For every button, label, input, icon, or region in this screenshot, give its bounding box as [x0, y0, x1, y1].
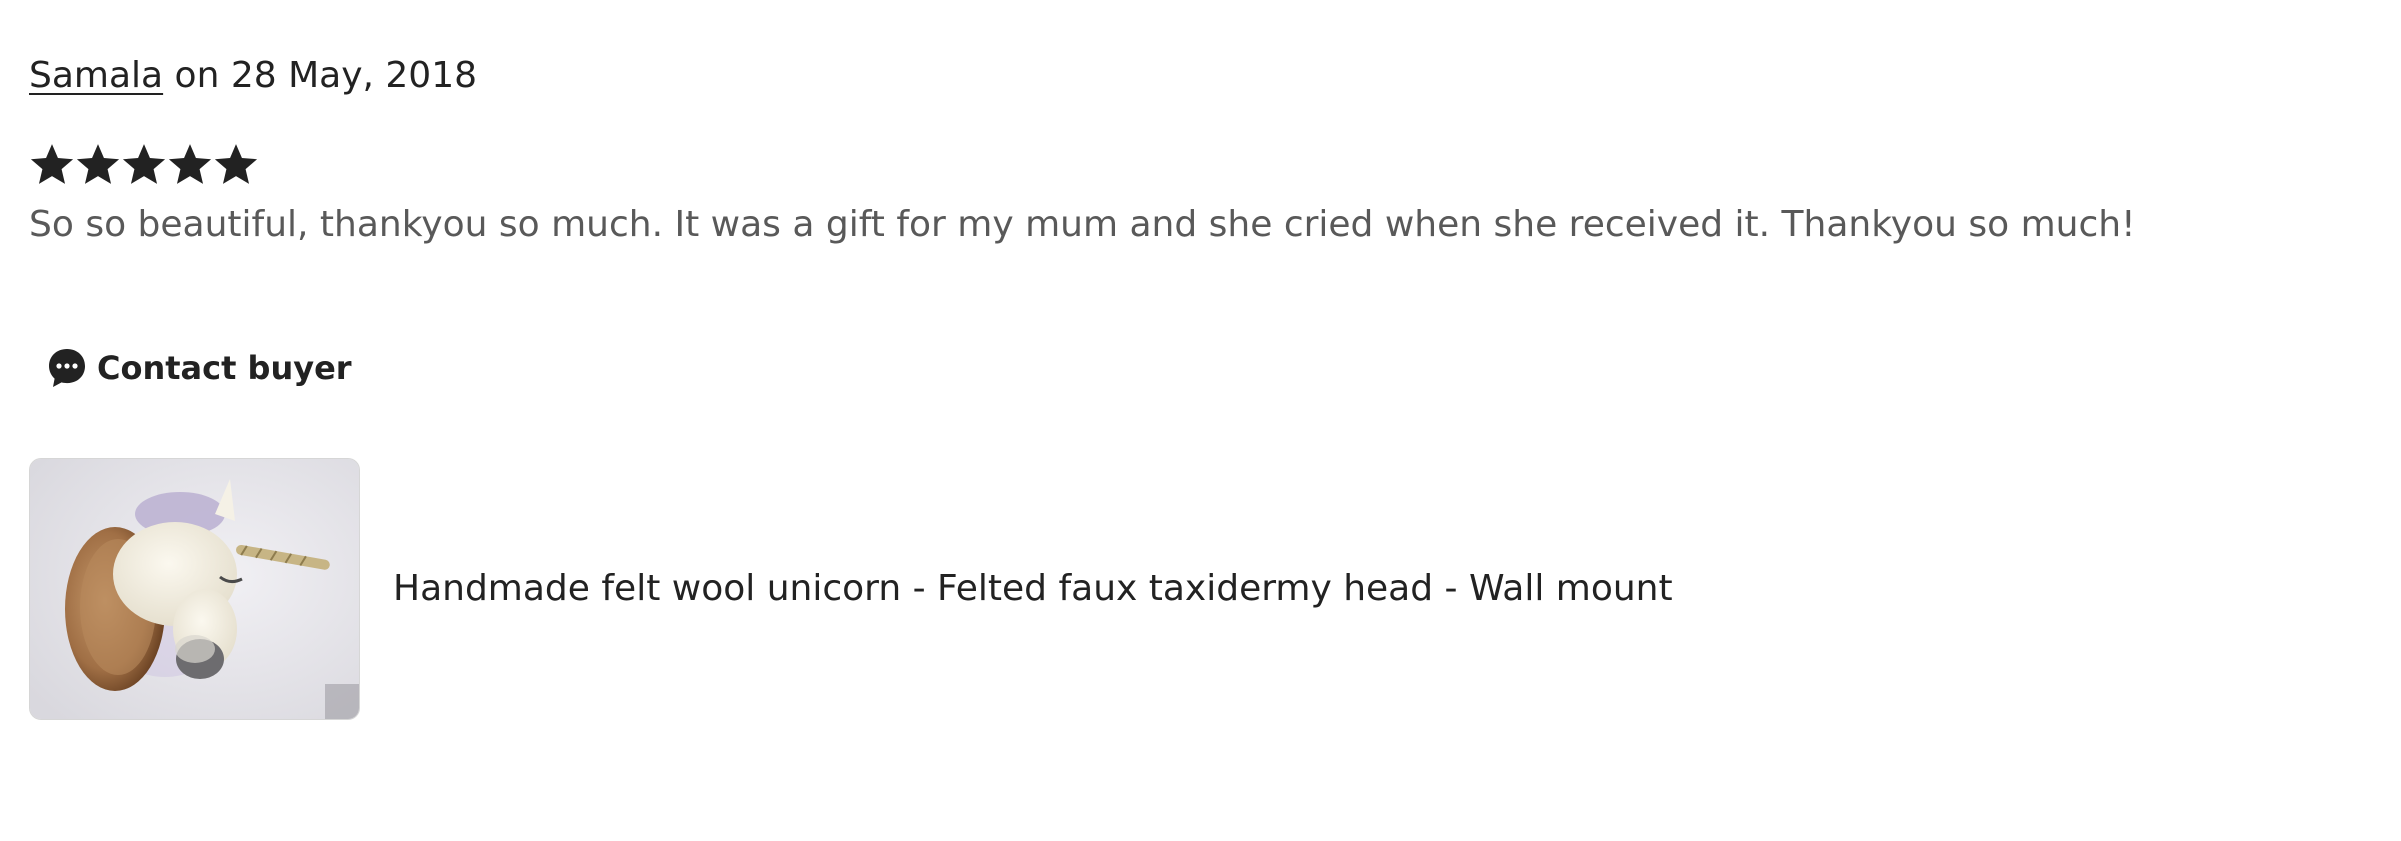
- star-icon: [213, 140, 259, 192]
- contact-buyer-label: Contact buyer: [97, 349, 352, 387]
- star-icon: [29, 140, 75, 192]
- review-card: Samala on 28 May, 2018 So so beautiful, …: [29, 0, 2329, 841]
- star-icon: [121, 140, 167, 192]
- star-icon: [75, 140, 121, 192]
- speech-bubble-dots-icon: [47, 347, 87, 389]
- review-text: So so beautiful, thankyou so much. It wa…: [29, 204, 2136, 245]
- review-byline: Samala on 28 May, 2018: [29, 52, 477, 100]
- contact-buyer-button[interactable]: Contact buyer: [47, 340, 352, 396]
- review-date: on 28 May, 2018: [163, 55, 478, 96]
- listing-title[interactable]: Handmade felt wool unicorn - Felted faux…: [393, 565, 1673, 613]
- star-rating: [29, 140, 259, 192]
- listing-thumbnail[interactable]: [29, 458, 360, 720]
- listing-link[interactable]: Handmade felt wool unicorn - Felted faux…: [29, 458, 1673, 720]
- reviewer-name-link[interactable]: Samala: [29, 55, 163, 96]
- star-icon: [167, 140, 213, 192]
